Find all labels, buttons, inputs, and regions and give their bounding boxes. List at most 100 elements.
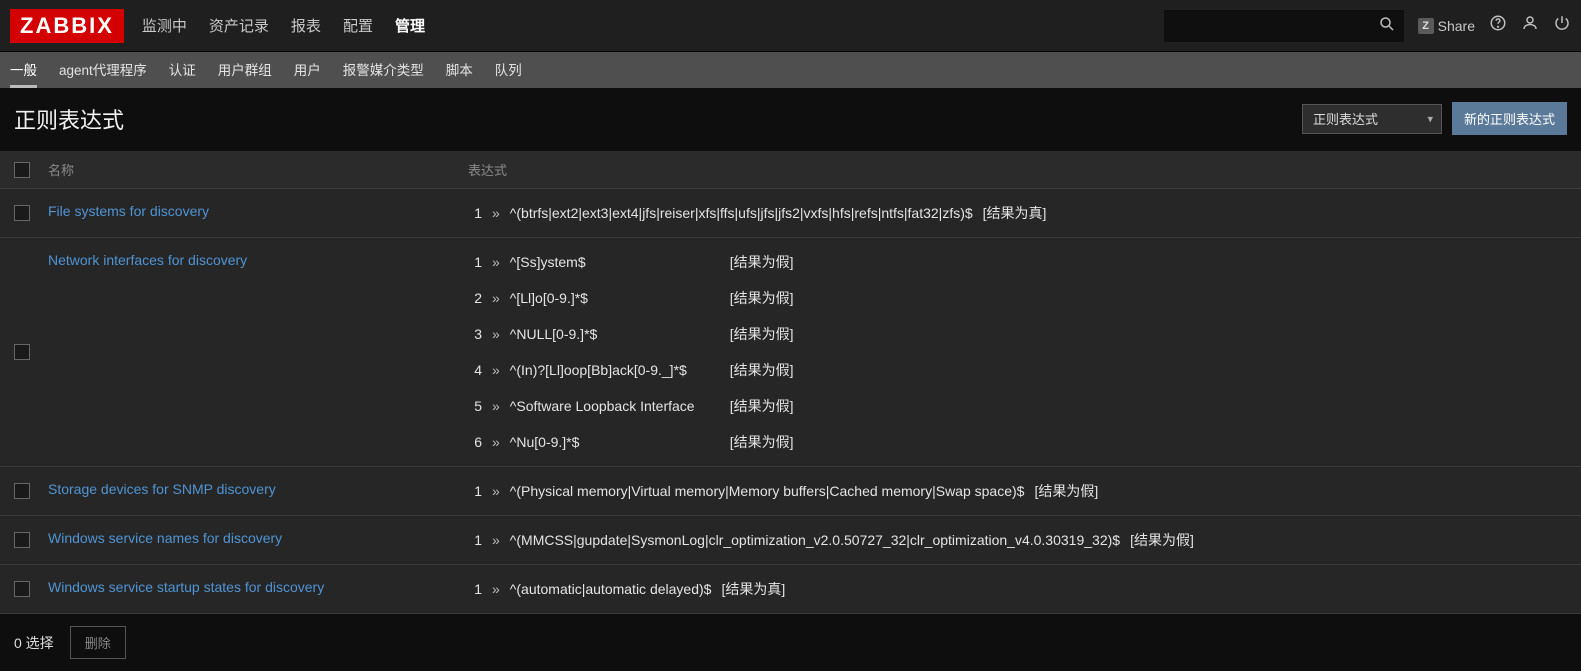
expression-line: 5 » ^Software Loopback Interface [结果为假] — [468, 396, 1567, 416]
expression-result: [结果为假] — [730, 252, 794, 272]
row-checkbox[interactable] — [14, 532, 30, 548]
regex-name-link[interactable]: File systems for discovery — [48, 203, 209, 219]
expression-result: [结果为真] — [721, 579, 785, 599]
primary-nav-item[interactable]: 资产记录 — [209, 0, 269, 51]
delete-button[interactable]: 删除 — [70, 626, 126, 659]
chevron-right-icon: » — [492, 326, 500, 342]
chevron-right-icon: » — [492, 434, 500, 450]
expression-pattern: ^[Ss]ystem$ — [510, 254, 720, 270]
page-header: 正则表达式 正则表达式 新的正则表达式 — [0, 88, 1581, 151]
expression-result: [结果为假] — [730, 288, 794, 308]
expression-pattern: ^(automatic|automatic delayed)$ — [510, 581, 712, 597]
expression-result: [结果为假] — [730, 324, 794, 344]
expression-index: 2 — [468, 290, 482, 306]
table-row: Storage devices for SNMP discovery 1»^(Ph… — [0, 467, 1581, 516]
expression-line: 6 » ^Nu[0-9.]*$ [结果为假] — [468, 432, 1567, 452]
sub-nav-item[interactable]: 一般 — [10, 52, 37, 88]
expression-pattern: ^Nu[0-9.]*$ — [510, 434, 720, 450]
expression-pattern: ^(Physical memory|Virtual memory|Memory … — [510, 483, 1025, 499]
col-header-name[interactable]: 名称 — [48, 160, 468, 179]
expression-pattern: ^Software Loopback Interface — [510, 398, 720, 414]
expression-pattern: ^[Ll]o[0-9.]*$ — [510, 290, 720, 306]
table-row: Windows service startup states for disco… — [0, 565, 1581, 614]
expression-result: [结果为假] — [1034, 481, 1098, 501]
power-icon[interactable] — [1553, 14, 1571, 37]
share-button[interactable]: Z Share — [1418, 18, 1475, 34]
expression-result: [结果为假] — [730, 432, 794, 452]
expression-index: 1 — [468, 205, 482, 221]
chevron-right-icon: » — [492, 205, 500, 221]
chevron-right-icon: » — [492, 362, 500, 378]
table-row: Network interfaces for discovery 1 » ^[Ss]y… — [0, 238, 1581, 467]
regex-name-link[interactable]: Windows service startup states for disco… — [48, 579, 324, 595]
sub-nav-item[interactable]: 用户群组 — [218, 52, 272, 88]
table-header-row: 名称 表达式 — [0, 151, 1581, 189]
chevron-right-icon: » — [492, 254, 500, 270]
topbar-right: Z Share — [1164, 10, 1571, 42]
expression-line: 4 » ^(In)?[Ll]oop[Bb]ack[0-9._]*$ [结果为假] — [468, 360, 1567, 380]
expression-line: 1 » ^(automatic|automatic delayed)$ [结果为真] — [468, 579, 1567, 599]
list-footer: 0 选择 删除 — [0, 614, 1581, 671]
expression-line: 1 » ^[Ss]ystem$ [结果为假] — [468, 252, 1567, 272]
expression-pattern: ^NULL[0-9.]*$ — [510, 326, 720, 342]
search-input[interactable] — [1164, 10, 1404, 42]
expression-pattern: ^(In)?[Ll]oop[Bb]ack[0-9._]*$ — [510, 362, 720, 378]
primary-nav-item[interactable]: 监测中 — [142, 0, 187, 51]
row-checkbox[interactable] — [14, 205, 30, 221]
regex-name-link[interactable]: Storage devices for SNMP discovery — [48, 481, 276, 497]
expression-index: 1 — [468, 581, 482, 597]
primary-nav-item[interactable]: 配置 — [343, 0, 373, 51]
expression-index: 3 — [468, 326, 482, 342]
regex-table: 名称 表达式 File systems for discovery 1 » ^(btr… — [0, 151, 1581, 614]
share-label: Share — [1438, 18, 1475, 34]
expression-index: 1 — [468, 532, 482, 548]
help-icon[interactable] — [1489, 14, 1507, 37]
user-icon[interactable] — [1521, 14, 1539, 37]
search-icon — [1378, 15, 1396, 36]
row-checkbox[interactable] — [14, 483, 30, 499]
chevron-right-icon: » — [492, 398, 500, 414]
sub-nav-item[interactable]: 队列 — [495, 52, 522, 88]
chevron-right-icon: » — [492, 532, 500, 548]
expression-pattern: ^(btrfs|ext2|ext3|ext4|jfs|reiser|xfs|ff… — [510, 205, 973, 221]
row-checkbox[interactable] — [14, 344, 30, 360]
sub-nav-item[interactable]: 报警媒介类型 — [343, 52, 424, 88]
primary-nav: 监测中资产记录报表配置管理 — [142, 0, 425, 51]
expression-line: 3 » ^NULL[0-9.]*$ [结果为假] — [468, 324, 1567, 344]
section-dropdown[interactable]: 正则表达式 — [1302, 104, 1442, 134]
sub-nav: 一般 agent代理程序认证用户群组用户报警媒介类型脚本队列 — [0, 52, 1581, 88]
table-row: File systems for discovery 1 » ^(btrfs|ext2… — [0, 189, 1581, 238]
expression-result: [结果为假] — [730, 360, 794, 380]
expression-pattern: ^(MMCSS|gupdate|SysmonLog|clr_optimizati… — [510, 532, 1120, 548]
expression-line: 2 » ^[Ll]o[0-9.]*$ [结果为假] — [468, 288, 1567, 308]
sub-nav-item[interactable]: 认证 — [169, 52, 196, 88]
share-z-icon: Z — [1418, 18, 1434, 34]
row-checkbox[interactable] — [14, 581, 30, 597]
col-header-expr: 表达式 — [468, 160, 1567, 179]
sub-nav-item[interactable]: 脚本 — [446, 52, 473, 88]
expression-index: 5 — [468, 398, 482, 414]
regex-name-link[interactable]: Windows service names for discovery — [48, 530, 282, 546]
chevron-right-icon: » — [492, 581, 500, 597]
expression-line: 1 » ^(btrfs|ext2|ext3|ext4|jfs|reiser|xfs|… — [468, 203, 1567, 223]
chevron-right-icon: » — [492, 290, 500, 306]
sub-nav-item[interactable]: 用户 — [294, 52, 321, 88]
select-all-checkbox[interactable] — [14, 162, 30, 178]
chevron-right-icon: » — [492, 483, 500, 499]
expression-result: [结果为真] — [983, 203, 1047, 223]
expression-line: 1»^(Physical memory|Virtual memory|Memor… — [468, 481, 1567, 501]
sub-nav-item[interactable]: agent代理程序 — [59, 52, 147, 88]
new-regex-button[interactable]: 新的正则表达式 — [1452, 102, 1567, 135]
brand-logo[interactable]: ZABBIX — [10, 9, 124, 43]
expression-result: [结果为假] — [1130, 530, 1194, 550]
regex-name-link[interactable]: Network interfaces for discovery — [48, 252, 247, 268]
expression-index: 1 — [468, 254, 482, 270]
primary-nav-item[interactable]: 管理 — [395, 0, 425, 51]
dropdown-selected: 正则表达式 — [1313, 109, 1378, 128]
expression-index: 4 — [468, 362, 482, 378]
table-row: Windows service names for discovery 1 » ^(M… — [0, 516, 1581, 565]
expression-index: 6 — [468, 434, 482, 450]
primary-nav-item[interactable]: 报表 — [291, 0, 321, 51]
expression-line: 1 » ^(MMCSS|gupdate|SysmonLog|clr_optimiza… — [468, 530, 1567, 550]
expression-result: [结果为假] — [730, 396, 794, 416]
